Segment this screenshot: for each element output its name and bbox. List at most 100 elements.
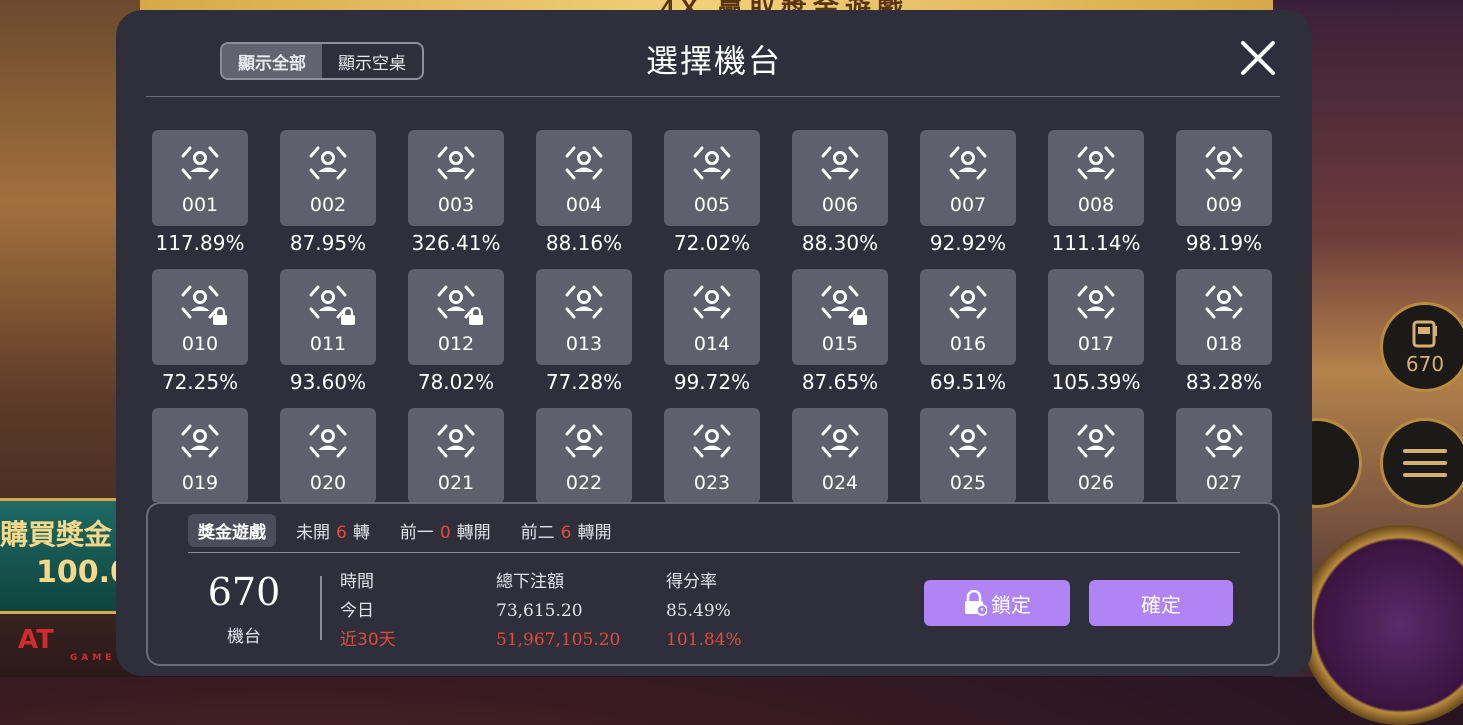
machine-tile-box: 007 bbox=[920, 130, 1016, 226]
prev1-label: 前一 bbox=[399, 523, 434, 543]
machine-tile-box: 018 bbox=[1176, 269, 1272, 365]
user-scan-icon bbox=[821, 424, 859, 458]
machine-tile[interactable]: 025 bbox=[920, 408, 1016, 502]
machine-tile-box: 025 bbox=[920, 408, 1016, 502]
detail-divider bbox=[188, 552, 1240, 553]
machine-tile[interactable]: 024 bbox=[792, 408, 888, 502]
machine-tile[interactable]: 008 111.14% bbox=[1048, 130, 1144, 269]
machine-tile[interactable]: 021 bbox=[408, 408, 504, 502]
machine-rate: 78.02% bbox=[417, 370, 495, 394]
user-scan-icon bbox=[1205, 285, 1243, 319]
machine-rate: 92.92% bbox=[929, 231, 1007, 255]
user-scan-icon bbox=[693, 146, 731, 180]
machine-tile[interactable]: 010 72.25% bbox=[152, 269, 248, 408]
machine-tile-box: 024 bbox=[792, 408, 888, 502]
total-bet-column: 總下注額 73,615.20 51,967,105.20 bbox=[496, 568, 620, 655]
user-scan-icon bbox=[949, 424, 987, 458]
unopened-label: 未開 bbox=[296, 523, 330, 543]
machine-tile[interactable]: 003 326.41% bbox=[408, 130, 504, 269]
unopened-value: 6 bbox=[336, 523, 347, 543]
machine-tile[interactable]: 018 83.28% bbox=[1176, 269, 1272, 408]
lock-button[interactable]: 鎖定 bbox=[924, 580, 1070, 626]
machine-rate: 88.30% bbox=[801, 231, 879, 255]
confirm-button[interactable]: 確定 bbox=[1089, 580, 1233, 626]
machine-rate: 111.14% bbox=[1051, 231, 1141, 255]
machine-number: 024 bbox=[821, 472, 859, 494]
user-scan-icon bbox=[1205, 146, 1243, 180]
total-bet-30-days: 51,967,105.20 bbox=[496, 630, 621, 650]
prev1-unit: 轉開 bbox=[456, 523, 491, 543]
machine-tile[interactable]: 023 bbox=[664, 408, 760, 502]
machine-number: 004 bbox=[565, 194, 603, 216]
machine-tile[interactable]: 016 69.51% bbox=[920, 269, 1016, 408]
machine-tile-box: 016 bbox=[920, 269, 1016, 365]
user-scan-icon bbox=[949, 146, 987, 180]
detail-vertical-divider bbox=[320, 576, 322, 640]
user-scan-icon bbox=[693, 424, 731, 458]
lock-icon bbox=[213, 307, 227, 325]
machine-tile[interactable]: 014 99.72% bbox=[664, 269, 760, 408]
machine-tile[interactable]: 017 105.39% bbox=[1048, 269, 1144, 408]
user-scan-icon bbox=[565, 285, 603, 319]
machine-tile[interactable]: 013 77.28% bbox=[536, 269, 632, 408]
machine-number: 015 bbox=[821, 333, 859, 355]
machine-tile[interactable]: 027 bbox=[1176, 408, 1272, 502]
prev2-spins: 前二 6 轉開 bbox=[521, 518, 612, 543]
machine-number: 010 bbox=[181, 333, 219, 355]
menu-button bbox=[1380, 418, 1463, 508]
machine-tile-box: 003 bbox=[408, 130, 504, 226]
machine-number: 020 bbox=[309, 472, 347, 494]
user-scan-icon bbox=[1205, 424, 1243, 458]
prev1-spins: 前一 0 轉開 bbox=[400, 518, 491, 543]
machine-tile[interactable]: 015 87.65% bbox=[792, 269, 888, 408]
bonus-stats-bar: 獎金遊戲 未開 6 轉 前一 0 轉開 前二 6 轉開 bbox=[188, 514, 641, 547]
machine-number: 025 bbox=[949, 472, 987, 494]
machine-tile[interactable]: 011 93.60% bbox=[280, 269, 376, 408]
close-icon[interactable] bbox=[1238, 38, 1278, 78]
machine-number: 018 bbox=[1205, 333, 1243, 355]
machine-tile-box: 002 bbox=[280, 130, 376, 226]
machine-tile[interactable]: 007 92.92% bbox=[920, 130, 1016, 269]
machine-tile[interactable]: 005 72.02% bbox=[664, 130, 760, 269]
machine-number: 009 bbox=[1205, 194, 1243, 216]
machine-tile[interactable]: 001 117.89% bbox=[152, 130, 248, 269]
unopened-spins: 未開 6 轉 bbox=[296, 518, 370, 543]
machine-tile-box: 005 bbox=[664, 130, 760, 226]
machine-tile[interactable]: 022 bbox=[536, 408, 632, 502]
brand-logo: AT GAME bbox=[18, 625, 111, 663]
machine-grid-scroll[interactable]: 001 117.89% 002 87.95% 003 326.41% 004 88.16% 00… bbox=[152, 130, 1282, 502]
machine-number: 001 bbox=[181, 194, 219, 216]
user-scan-icon bbox=[693, 285, 731, 319]
machine-tile[interactable]: 009 98.19% bbox=[1176, 130, 1272, 269]
lock-icon bbox=[469, 307, 483, 325]
user-scan-icon bbox=[1077, 146, 1115, 180]
machine-rate: 117.89% bbox=[155, 231, 245, 255]
score-rate-header: 得分率 bbox=[666, 572, 717, 592]
machine-tile[interactable]: 004 88.16% bbox=[536, 130, 632, 269]
bonus-game-tab[interactable]: 獎金遊戲 bbox=[188, 514, 276, 547]
machine-tile[interactable]: 026 bbox=[1048, 408, 1144, 502]
machine-rate: 69.51% bbox=[929, 370, 1007, 394]
machine-tile-box: 014 bbox=[664, 269, 760, 365]
machine-number: 012 bbox=[437, 333, 475, 355]
machine-number: 008 bbox=[1077, 194, 1115, 216]
machine-number: 027 bbox=[1205, 472, 1243, 494]
lock-button-label: 鎖定 bbox=[991, 592, 1031, 617]
machine-rate: 93.60% bbox=[289, 370, 367, 394]
machine-number: 026 bbox=[1077, 472, 1115, 494]
machine-number: 007 bbox=[949, 194, 987, 216]
machine-tile[interactable]: 006 88.30% bbox=[792, 130, 888, 269]
machine-tile[interactable]: 019 bbox=[152, 408, 248, 502]
machine-number: 003 bbox=[437, 194, 475, 216]
lock-icon bbox=[853, 307, 867, 325]
machine-tile-box: 020 bbox=[280, 408, 376, 502]
user-scan-icon bbox=[437, 424, 475, 458]
prev2-unit: 轉開 bbox=[577, 523, 612, 543]
machine-tile-box: 022 bbox=[536, 408, 632, 502]
machine-tile[interactable]: 020 bbox=[280, 408, 376, 502]
machine-rate: 72.02% bbox=[673, 231, 751, 255]
machine-number: 016 bbox=[949, 333, 987, 355]
machine-tile[interactable]: 012 78.02% bbox=[408, 269, 504, 408]
machine-number: 021 bbox=[437, 472, 475, 494]
machine-tile[interactable]: 002 87.95% bbox=[280, 130, 376, 269]
